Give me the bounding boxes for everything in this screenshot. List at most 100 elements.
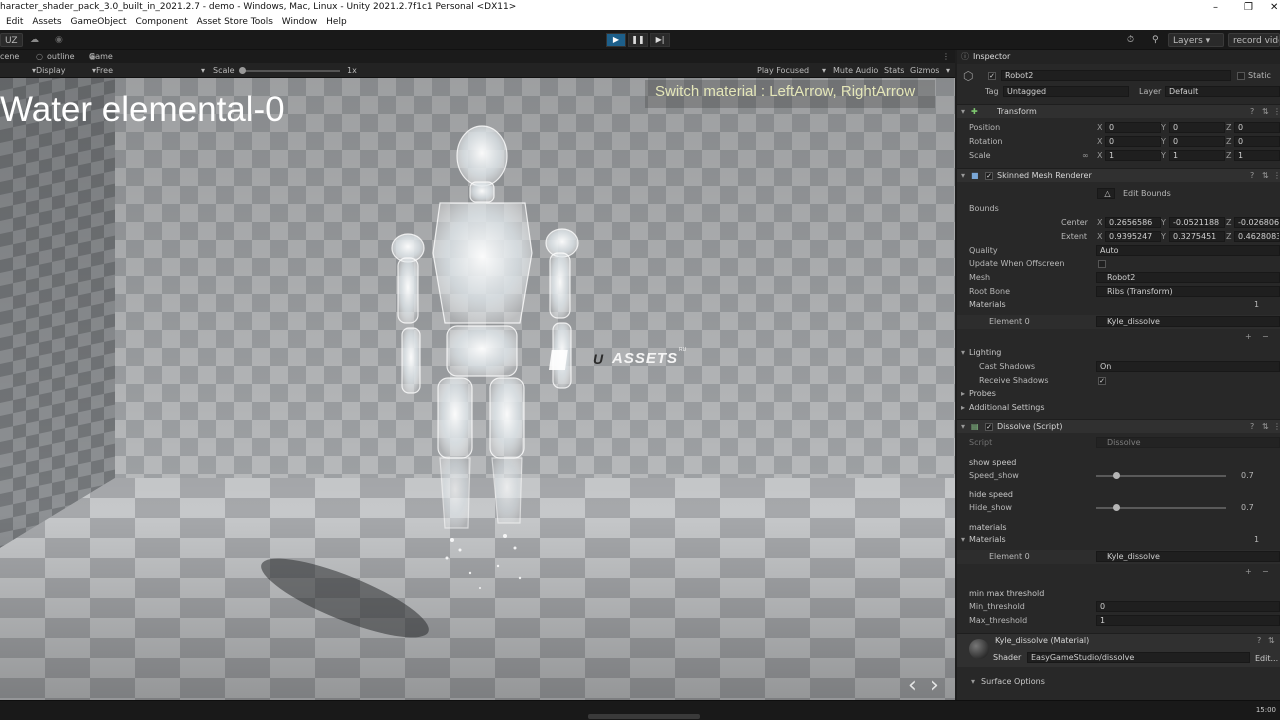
static-checkbox[interactable] bbox=[1237, 72, 1245, 80]
mesh-field[interactable]: Robot2 bbox=[1096, 272, 1280, 283]
shader-dropdown[interactable]: EasyGameStudio/dissolve bbox=[1027, 652, 1250, 663]
preset-icon[interactable]: ⇅ bbox=[1262, 420, 1269, 434]
speed-show-value[interactable]: 0.7 bbox=[1241, 469, 1254, 483]
preset-icon[interactable]: ⇅ bbox=[1262, 169, 1269, 183]
center-x-field[interactable]: 0.2656586 bbox=[1105, 217, 1161, 228]
remove-element-icon[interactable]: − bbox=[1262, 330, 1269, 344]
extent-y-field[interactable]: 0.3275451 bbox=[1169, 231, 1225, 242]
active-checkbox[interactable]: ✓ bbox=[988, 72, 996, 80]
menu-dots-icon[interactable]: ⋮ bbox=[1273, 169, 1280, 183]
surface-options-row[interactable]: ▾ Surface Options bbox=[957, 675, 1280, 689]
smr-element0-field[interactable]: Kyle_dissolve bbox=[1096, 316, 1280, 327]
menu-component[interactable]: Component bbox=[135, 15, 187, 30]
aspect-dropdown[interactable]: ▾ Free Aspect bbox=[92, 63, 123, 90]
transform-y-field[interactable]: 0 bbox=[1169, 136, 1225, 147]
transform-y-field[interactable]: 0 bbox=[1169, 122, 1225, 133]
shader-edit-button[interactable]: Edit... bbox=[1255, 652, 1278, 666]
receive-shadows-checkbox[interactable]: ✓ bbox=[1098, 377, 1106, 385]
update-offscreen-checkbox[interactable] bbox=[1098, 260, 1106, 268]
center-y-field[interactable]: -0.0521188 bbox=[1169, 217, 1225, 228]
minimize-icon[interactable]: – bbox=[1213, 0, 1218, 15]
extent-z-field[interactable]: 0.4628083 bbox=[1234, 231, 1280, 242]
transform-y-field[interactable]: 1 bbox=[1169, 150, 1225, 161]
menu-dots-icon[interactable]: ⋮ bbox=[1273, 105, 1280, 119]
quality-dropdown[interactable]: Auto bbox=[1096, 245, 1280, 256]
help-icon[interactable]: ? bbox=[1250, 420, 1254, 434]
menu-dots-icon[interactable]: ⋮ bbox=[1273, 420, 1280, 434]
scale-slider-knob[interactable] bbox=[239, 67, 246, 74]
tag-dropdown[interactable]: Untagged bbox=[1003, 86, 1129, 97]
smr-materials-row[interactable]: Materials 1 bbox=[957, 298, 1280, 312]
game-viewport[interactable]: Water elemental-0 Switch material : Left… bbox=[0, 78, 955, 700]
root-bone-field[interactable]: Ribs (Transform) bbox=[1096, 286, 1280, 297]
lighting-row[interactable]: ▾ Lighting bbox=[957, 346, 1280, 360]
help-icon[interactable]: ? bbox=[1250, 105, 1254, 119]
skinned-mesh-renderer-header[interactable]: ▾ ■ ✓ Skinned Mesh Renderer ? ⇅ ⋮ bbox=[957, 168, 1280, 182]
transform-header[interactable]: ▾ ✚ Transform ? ⇅ ⋮ bbox=[957, 104, 1280, 118]
record-video-button[interactable]: record video bbox=[1228, 33, 1280, 47]
dissolve-script-header[interactable]: ▾ ▤ ✓ Dissolve (Script) ? ⇅ ⋮ bbox=[957, 419, 1280, 433]
display-dropdown[interactable]: ▾ Display 1 bbox=[32, 63, 66, 90]
play-button[interactable]: ▶ bbox=[606, 33, 626, 47]
preset-icon[interactable]: ⇅ bbox=[1268, 634, 1275, 648]
hide-show-value[interactable]: 0.7 bbox=[1241, 501, 1254, 515]
menu-asset-store-tools[interactable]: Asset Store Tools bbox=[197, 15, 273, 30]
menu-edit[interactable]: Edit bbox=[6, 15, 23, 30]
transform-x-field[interactable]: 1 bbox=[1105, 150, 1161, 161]
cloud-icon[interactable]: ☁ bbox=[30, 33, 39, 47]
transform-z-field[interactable]: 1 bbox=[1234, 150, 1280, 161]
material-header[interactable]: Kyle_dissolve (Material) Shader EasyGame… bbox=[957, 633, 1280, 667]
add-element-icon[interactable]: + bbox=[1245, 565, 1252, 579]
mute-audio-toggle[interactable]: Mute Audio bbox=[833, 63, 878, 78]
gizmos-toggle[interactable]: Gizmos bbox=[910, 63, 939, 78]
menu-gameobject[interactable]: GameObject bbox=[70, 15, 126, 30]
cast-shadows-dropdown[interactable]: On bbox=[1096, 361, 1280, 372]
probes-row[interactable]: ▸ Probes bbox=[957, 387, 1280, 401]
speed-show-slider-knob[interactable] bbox=[1113, 472, 1121, 479]
tab-scene[interactable]: cene bbox=[0, 50, 19, 63]
dissolve-enabled-checkbox[interactable]: ✓ bbox=[985, 423, 993, 431]
transform-x-field[interactable]: 0 bbox=[1105, 136, 1161, 147]
menu-assets[interactable]: Assets bbox=[32, 15, 61, 30]
hide-show-slider-knob[interactable] bbox=[1113, 504, 1121, 511]
preset-icon[interactable]: ⇅ bbox=[1262, 105, 1269, 119]
max-threshold-field[interactable]: 1 bbox=[1096, 615, 1280, 626]
min-threshold-field[interactable]: 0 bbox=[1096, 601, 1280, 612]
transform-z-field[interactable]: 0 bbox=[1234, 136, 1280, 147]
next-arrow-icon[interactable]: › bbox=[930, 673, 939, 698]
transform-z-field[interactable]: 0 bbox=[1234, 122, 1280, 133]
help-icon[interactable]: ? bbox=[1250, 169, 1254, 183]
more-options-icon[interactable]: ⋮ bbox=[942, 50, 950, 63]
menu-window[interactable]: Window bbox=[282, 15, 318, 30]
close-icon[interactable]: ✕ bbox=[1270, 0, 1278, 15]
step-button[interactable]: ▶| bbox=[650, 33, 670, 47]
additional-settings-row[interactable]: ▸ Additional Settings bbox=[957, 401, 1280, 415]
tab-inspector[interactable]: Inspector bbox=[973, 50, 1010, 64]
search-icon[interactable]: ⚲ bbox=[1152, 33, 1159, 47]
remove-element-icon[interactable]: − bbox=[1262, 565, 1269, 579]
layers-dropdown[interactable]: Layers ▾ bbox=[1168, 33, 1224, 47]
history-icon[interactable]: ⏱ bbox=[1127, 33, 1134, 47]
help-icon[interactable]: ? bbox=[1257, 634, 1261, 648]
play-focused-dropdown[interactable]: Play Focused bbox=[757, 63, 809, 78]
transform-x-field[interactable]: 0 bbox=[1105, 122, 1161, 133]
add-element-icon[interactable]: + bbox=[1245, 330, 1252, 344]
pause-button[interactable]: ❚❚ bbox=[628, 33, 648, 47]
account-dropdown[interactable]: UZ bbox=[0, 33, 23, 47]
layer-dropdown[interactable]: Default bbox=[1165, 86, 1280, 97]
center-z-field[interactable]: -0.026806 bbox=[1234, 217, 1280, 228]
tab-outline[interactable]: outline bbox=[47, 50, 75, 63]
menu-help[interactable]: Help bbox=[326, 15, 347, 30]
extent-x-field[interactable]: 0.9395247 bbox=[1105, 231, 1161, 242]
horizontal-scrollbar[interactable] bbox=[588, 714, 700, 719]
dissolve-element0-field[interactable]: Kyle_dissolve bbox=[1096, 551, 1280, 562]
smr-enabled-checkbox[interactable]: ✓ bbox=[985, 172, 993, 180]
constrain-proportions-icon[interactable]: ∞ bbox=[1082, 149, 1089, 163]
dissolve-materials-row[interactable]: ▾ Materials 1 bbox=[957, 533, 1280, 547]
prev-arrow-icon[interactable]: ‹ bbox=[908, 673, 917, 698]
object-name-field[interactable]: Robot2 bbox=[1001, 70, 1231, 81]
scale-slider[interactable] bbox=[240, 70, 340, 72]
restore-icon[interactable]: ❐ bbox=[1244, 0, 1253, 15]
collab-icon[interactable]: ◉ bbox=[55, 33, 63, 47]
edit-bounds-button[interactable]: △ bbox=[1097, 188, 1115, 199]
